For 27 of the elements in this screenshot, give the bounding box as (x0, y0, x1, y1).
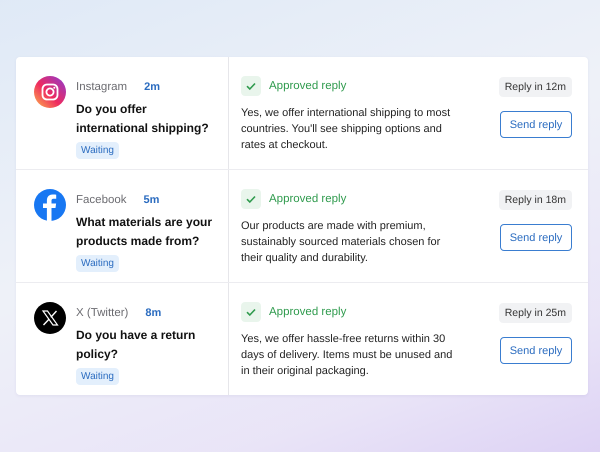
question-text: Do you have a return policy? (76, 327, 196, 363)
reply-timer: Reply in 12m (498, 77, 572, 97)
status-badge: Waiting (76, 368, 119, 385)
source-name: Instagram (76, 81, 128, 93)
reply-text: Yes, we offer hassle-free returns within 30 days of delivery. Items must be unused and in their original packaging. (241, 332, 454, 379)
approval-label: Approved reply (269, 306, 346, 318)
reply-timer: Reply in 18m (498, 190, 572, 210)
message-age: 8m (145, 307, 162, 319)
send-reply-button[interactable]: Send reply (500, 224, 572, 251)
question-text: What materials are your products made from? (76, 214, 214, 250)
reply-text: Our products are made with premium, sustainably sourced materials chosen for their quality and durability. (241, 219, 442, 266)
source-name: X (Twitter) (76, 307, 128, 319)
send-reply-button[interactable]: Send reply (500, 111, 572, 138)
check-icon (241, 76, 261, 96)
question-text: Do you offer international shipping? (76, 101, 210, 137)
check-icon (241, 302, 261, 322)
reply-text: Yes, we offer international shipping to most countries. You'll see shipping options and rates at checkout. (241, 106, 452, 153)
status-badge: Waiting (76, 142, 119, 159)
source-name: Facebook (76, 194, 127, 206)
check-icon (241, 189, 261, 209)
send-reply-button[interactable]: Send reply (500, 337, 572, 364)
reply-timer: Reply in 25m (498, 303, 572, 323)
approval-label: Approved reply (269, 193, 346, 205)
message-age: 2m (144, 81, 160, 93)
message-age: 5m (144, 194, 160, 206)
status-badge: Waiting (76, 255, 119, 272)
approval-label: Approved reply (269, 80, 346, 92)
